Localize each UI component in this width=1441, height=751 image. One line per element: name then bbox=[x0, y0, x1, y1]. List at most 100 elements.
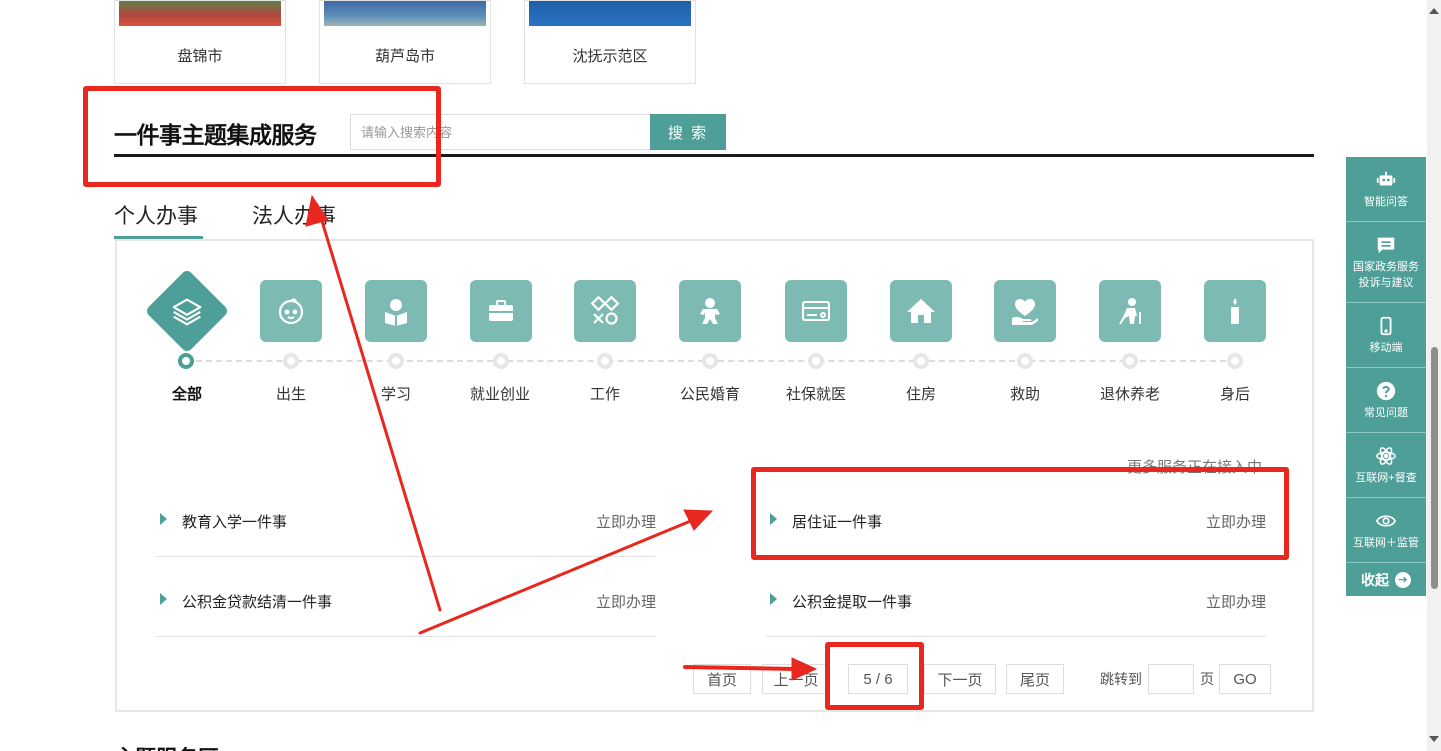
scroll-down-arrow-icon[interactable] bbox=[1429, 736, 1439, 742]
category-employment[interactable] bbox=[470, 280, 532, 342]
pager-prev-button[interactable]: 上一页 bbox=[762, 664, 830, 694]
scroll-up-arrow-icon[interactable] bbox=[1429, 8, 1439, 14]
float-collapse-button[interactable]: 收起 ➔ bbox=[1346, 563, 1426, 596]
float-item-complaint[interactable]: 国家政务服务投诉与建议 bbox=[1346, 222, 1426, 303]
timeline-dot bbox=[913, 353, 929, 369]
service-item[interactable]: 公积金提取一件事 立即办理 bbox=[766, 557, 1266, 637]
search-button[interactable]: 搜 索 bbox=[650, 114, 726, 150]
elderly-icon bbox=[1119, 298, 1141, 324]
message-icon bbox=[1377, 237, 1395, 253]
city-card-panjin[interactable]: 盘锦市 bbox=[114, 0, 286, 84]
timeline-dot bbox=[388, 353, 404, 369]
pager-first-button[interactable]: 首页 bbox=[693, 664, 751, 694]
category-label-after-death[interactable]: 身后 bbox=[1185, 383, 1285, 404]
mobile-icon bbox=[1380, 316, 1392, 335]
tab-legal-entity[interactable]: 法人办事 bbox=[252, 200, 336, 230]
triangle-right-icon bbox=[160, 593, 167, 605]
child-icon bbox=[700, 298, 720, 324]
float-item-label: 国家政务服务投诉与建议 bbox=[1353, 260, 1419, 289]
timeline-dot bbox=[702, 353, 718, 369]
category-label-all[interactable]: 全部 bbox=[137, 383, 237, 404]
timeline-dot bbox=[808, 353, 824, 369]
layers-icon bbox=[164, 288, 210, 334]
float-item-faq[interactable]: 常见问题 bbox=[1346, 368, 1426, 433]
service-item[interactable]: 教育入学一件事 立即办理 bbox=[156, 477, 656, 557]
category-study[interactable] bbox=[365, 280, 427, 342]
category-marriage-childbirth[interactable] bbox=[679, 280, 741, 342]
briefcase-icon bbox=[489, 300, 513, 321]
category-label-birth[interactable]: 出生 bbox=[241, 383, 341, 404]
service-item[interactable]: 公积金贷款结清一件事 立即办理 bbox=[156, 557, 656, 637]
category-label-housing[interactable]: 住房 bbox=[871, 383, 971, 404]
apply-now-link[interactable]: 立即办理 bbox=[1206, 591, 1266, 612]
category-label-retirement[interactable]: 退休养老 bbox=[1080, 383, 1180, 404]
category-label-assistance[interactable]: 救助 bbox=[975, 383, 1075, 404]
apply-now-link[interactable]: 立即办理 bbox=[1206, 511, 1266, 532]
robot-icon bbox=[1376, 171, 1396, 185]
pager-jump-label: 跳转到 bbox=[1100, 671, 1142, 687]
house-icon bbox=[907, 299, 935, 323]
float-item-label: 智能问答 bbox=[1364, 195, 1408, 208]
divider bbox=[766, 636, 1266, 637]
category-after-death[interactable] bbox=[1204, 280, 1266, 342]
city-name: 盘锦市 bbox=[177, 48, 223, 65]
pager-jump-input[interactable] bbox=[1148, 664, 1194, 694]
category-assistance[interactable] bbox=[994, 280, 1056, 342]
apply-now-link[interactable]: 立即办理 bbox=[596, 511, 656, 532]
float-item-supervision[interactable]: 互联网＋监管 bbox=[1346, 498, 1426, 563]
atom-icon bbox=[1376, 446, 1396, 465]
category-label-employment[interactable]: 就业创业 bbox=[450, 383, 550, 404]
candle-icon bbox=[1231, 298, 1239, 324]
triangle-right-icon bbox=[770, 513, 777, 525]
city-image bbox=[119, 1, 281, 26]
city-card-shenfu[interactable]: 沈抚示范区 bbox=[524, 0, 696, 84]
card-icon bbox=[802, 301, 830, 321]
baby-face-icon bbox=[278, 298, 304, 325]
timeline-dot bbox=[178, 353, 194, 369]
float-item-label: 常见问题 bbox=[1364, 406, 1408, 419]
tab-personal[interactable]: 个人办事 bbox=[114, 200, 198, 230]
category-retirement[interactable] bbox=[1099, 280, 1161, 342]
category-social-security[interactable] bbox=[785, 280, 847, 342]
float-item-mobile[interactable]: 移动端 bbox=[1346, 303, 1426, 368]
scrollbar-thumb[interactable] bbox=[1431, 347, 1438, 589]
section-title: 一件事主题集成服务 bbox=[114, 123, 317, 149]
float-item-inspection[interactable]: 互联网+督查 bbox=[1346, 433, 1426, 498]
city-image bbox=[529, 1, 691, 26]
apply-now-link[interactable]: 立即办理 bbox=[596, 591, 656, 612]
tools-icon bbox=[590, 295, 620, 325]
service-title[interactable]: 公积金贷款结清一件事 bbox=[182, 591, 332, 612]
timeline-dot bbox=[1227, 353, 1243, 369]
timeline-dot bbox=[1017, 353, 1033, 369]
float-item-label: 互联网＋监管 bbox=[1353, 536, 1419, 549]
eye-icon bbox=[1375, 514, 1397, 527]
category-birth[interactable] bbox=[260, 280, 322, 342]
pager-next-button[interactable]: 下一页 bbox=[924, 664, 996, 694]
pager-last-button[interactable]: 尾页 bbox=[1006, 664, 1064, 694]
search-input[interactable] bbox=[350, 114, 652, 150]
service-item[interactable]: 居住证一件事 立即办理 bbox=[766, 477, 1266, 557]
next-section-heading: 主题服务区 bbox=[114, 742, 219, 751]
title-divider bbox=[114, 154, 1314, 157]
category-work[interactable] bbox=[574, 280, 636, 342]
service-title[interactable]: 公积金提取一件事 bbox=[792, 591, 912, 612]
float-item-label: 互联网+督查 bbox=[1355, 471, 1417, 484]
question-icon bbox=[1376, 381, 1396, 400]
city-card-huludao[interactable]: 葫芦岛市 bbox=[319, 0, 491, 84]
service-title[interactable]: 居住证一件事 bbox=[792, 511, 882, 532]
timeline-dot bbox=[1122, 353, 1138, 369]
service-title[interactable]: 教育入学一件事 bbox=[182, 511, 287, 532]
category-label-work[interactable]: 工作 bbox=[555, 383, 655, 404]
category-label-marriage[interactable]: 公民婚育 bbox=[660, 383, 760, 404]
more-services-note: 更多服务正在接入中 bbox=[1127, 459, 1263, 476]
category-label-social-security[interactable]: 社保就医 bbox=[766, 383, 866, 404]
float-item-smart-qa[interactable]: 智能问答 bbox=[1346, 157, 1426, 222]
category-label-study[interactable]: 学习 bbox=[346, 383, 446, 404]
reading-icon bbox=[385, 299, 407, 326]
timeline-dot bbox=[597, 353, 613, 369]
city-name: 沈抚示范区 bbox=[572, 48, 648, 65]
city-name: 葫芦岛市 bbox=[374, 48, 435, 65]
triangle-right-icon bbox=[770, 593, 777, 605]
pager-go-button[interactable]: GO bbox=[1219, 664, 1271, 694]
category-housing[interactable] bbox=[890, 280, 952, 342]
